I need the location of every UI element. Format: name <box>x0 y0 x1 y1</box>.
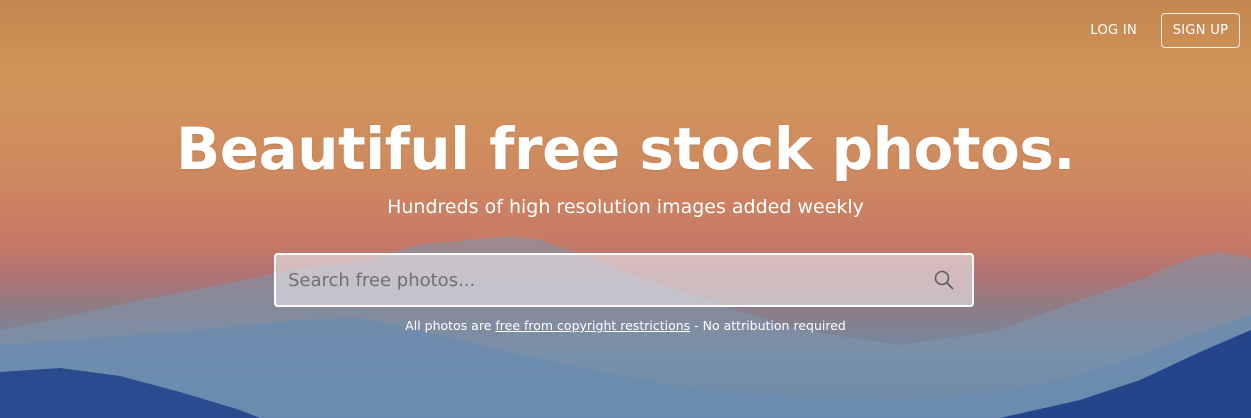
copyright-note: All photos are free from copyright restr… <box>0 318 1251 333</box>
login-link[interactable]: LOG IN <box>1090 23 1137 38</box>
hero-section: LOG IN SIGN UP Beautiful free stock phot… <box>0 0 1251 418</box>
signup-button[interactable]: SIGN UP <box>1161 13 1240 48</box>
copyright-link[interactable]: free from copyright restrictions <box>495 318 690 333</box>
top-nav: LOG IN SIGN UP <box>1090 13 1240 48</box>
search-icon[interactable] <box>916 255 972 305</box>
search-bar <box>274 253 974 307</box>
note-prefix: All photos are <box>405 318 496 333</box>
hero-subheadline: Hundreds of high resolution images added… <box>387 196 864 218</box>
search-input[interactable] <box>276 255 916 305</box>
hero-headline: Beautiful free stock photos. <box>176 115 1075 183</box>
note-suffix: - No attribution required <box>690 318 846 333</box>
